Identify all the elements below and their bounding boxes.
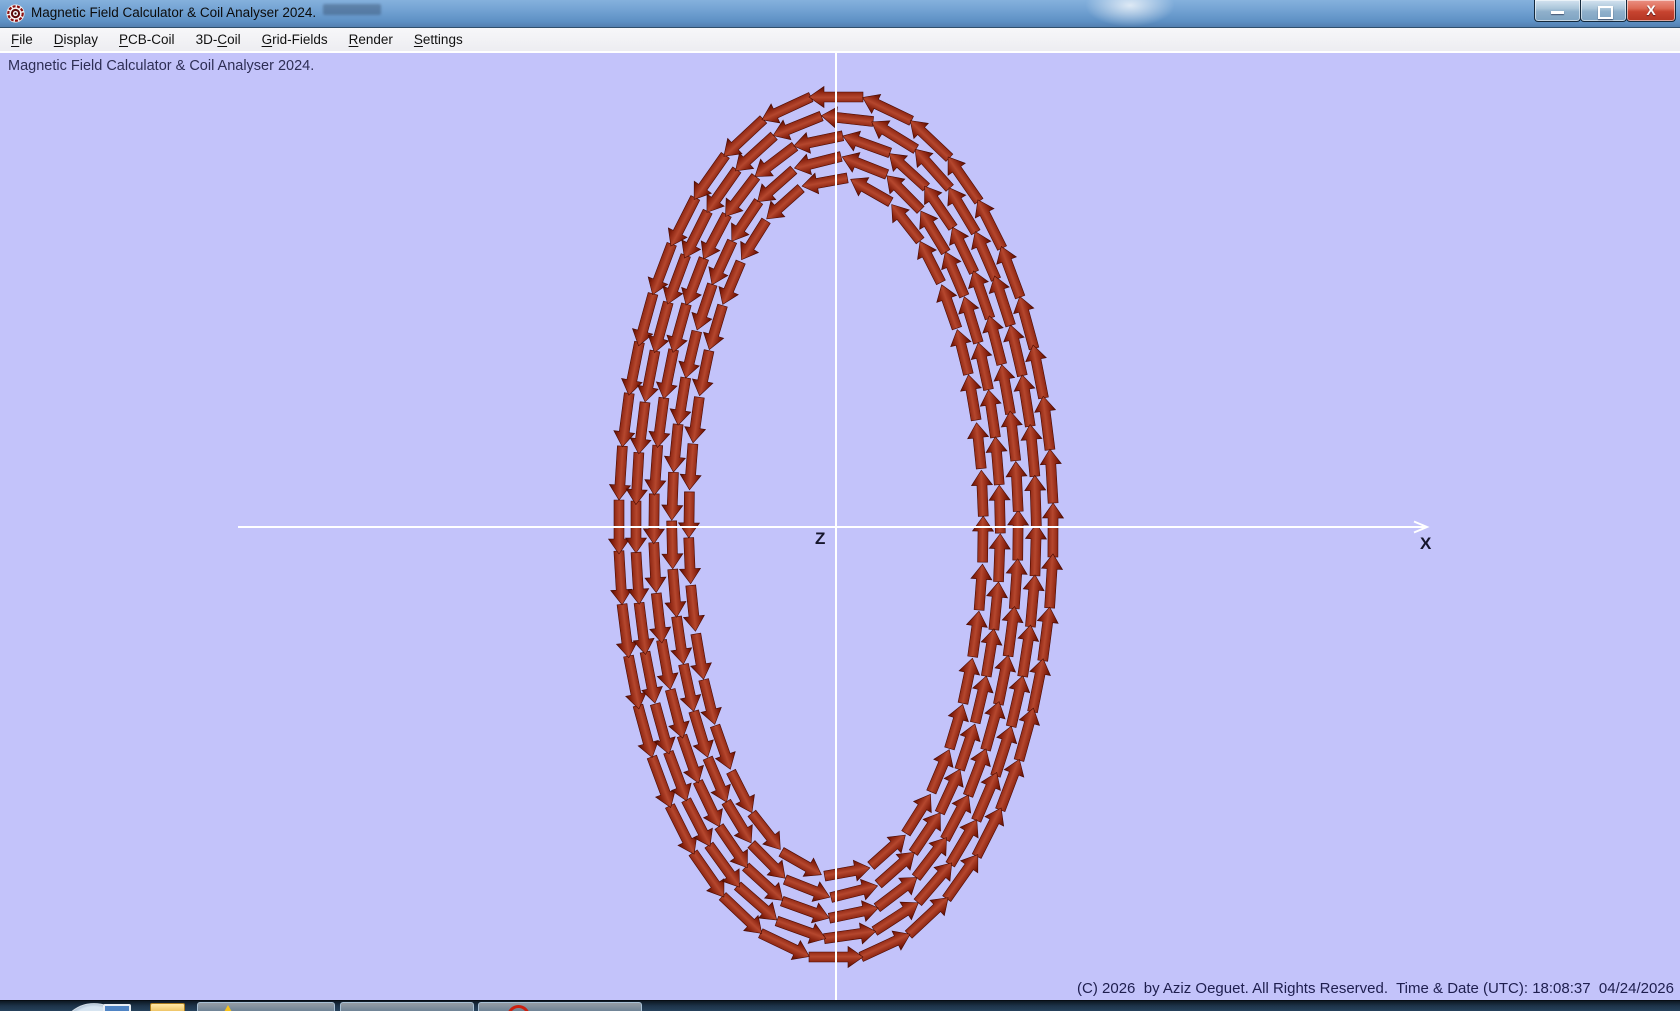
red-coil-icon bbox=[507, 1005, 530, 1011]
window-title: Magnetic Field Calculator & Coil Analyse… bbox=[31, 5, 316, 20]
folder-icon[interactable] bbox=[150, 1003, 185, 1011]
menu-item-display[interactable]: Display bbox=[44, 29, 108, 50]
maximize-icon bbox=[1598, 6, 1613, 19]
menu-item-file[interactable]: File bbox=[1, 29, 43, 50]
window-controls: X bbox=[1535, 0, 1676, 21]
menu-item-3d-coil[interactable]: 3D-Coil bbox=[186, 29, 251, 50]
copyright-status-text: (C) 2026 by Aziz Oeguet. All Rights Rese… bbox=[1077, 980, 1674, 997]
close-icon: X bbox=[1627, 2, 1675, 18]
x-axis-label: X bbox=[1420, 534, 1431, 554]
menu-item-pcb-coil[interactable]: PCB-Coil bbox=[109, 29, 185, 50]
application-window: Magnetic Field Calculator & Coil Analyse… bbox=[0, 0, 1680, 1011]
z-axis-label: Z bbox=[815, 529, 825, 549]
titlebar-ghost-text bbox=[323, 4, 381, 15]
menu-item-grid-fields[interactable]: Grid-Fields bbox=[252, 29, 338, 50]
close-button[interactable]: X bbox=[1626, 0, 1676, 22]
warning-triangle-icon bbox=[220, 1005, 236, 1011]
app-coil-icon bbox=[6, 4, 25, 23]
taskbar-button-2[interactable] bbox=[340, 1002, 474, 1011]
taskbar bbox=[0, 1000, 1680, 1011]
axes bbox=[238, 53, 1427, 1000]
titlebar-sheen bbox=[1085, 0, 1175, 27]
minimize-button[interactable] bbox=[1534, 0, 1581, 22]
menu-item-settings[interactable]: Settings bbox=[404, 29, 473, 50]
pinned-window-icon[interactable] bbox=[103, 1004, 131, 1011]
title-bar: Magnetic Field Calculator & Coil Analyse… bbox=[0, 0, 1680, 28]
taskbar-button-1[interactable] bbox=[197, 1002, 335, 1011]
coil-render-canvas[interactable]: Magnetic Field Calculator & Coil Analyse… bbox=[0, 53, 1680, 1000]
menu-bar: FileDisplayPCB-Coil3D-CoilGrid-FieldsRen… bbox=[0, 28, 1680, 53]
minimize-icon bbox=[1551, 11, 1564, 14]
taskbar-button-3[interactable] bbox=[478, 1002, 642, 1011]
coil-visualization bbox=[0, 53, 1680, 1000]
maximize-button[interactable] bbox=[1580, 0, 1627, 22]
menu-item-render[interactable]: Render bbox=[339, 29, 403, 50]
